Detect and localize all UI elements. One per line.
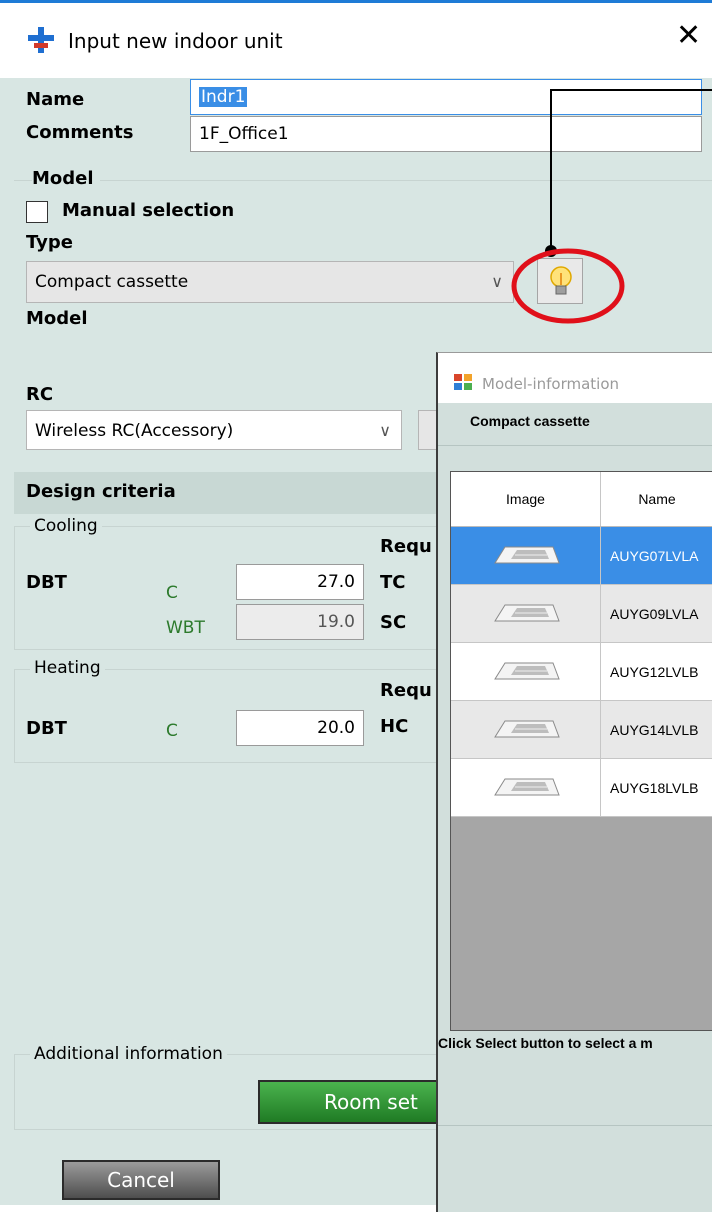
highlight-circle <box>511 248 625 324</box>
annotation-overlay <box>511 89 712 324</box>
callout-line <box>550 89 712 248</box>
